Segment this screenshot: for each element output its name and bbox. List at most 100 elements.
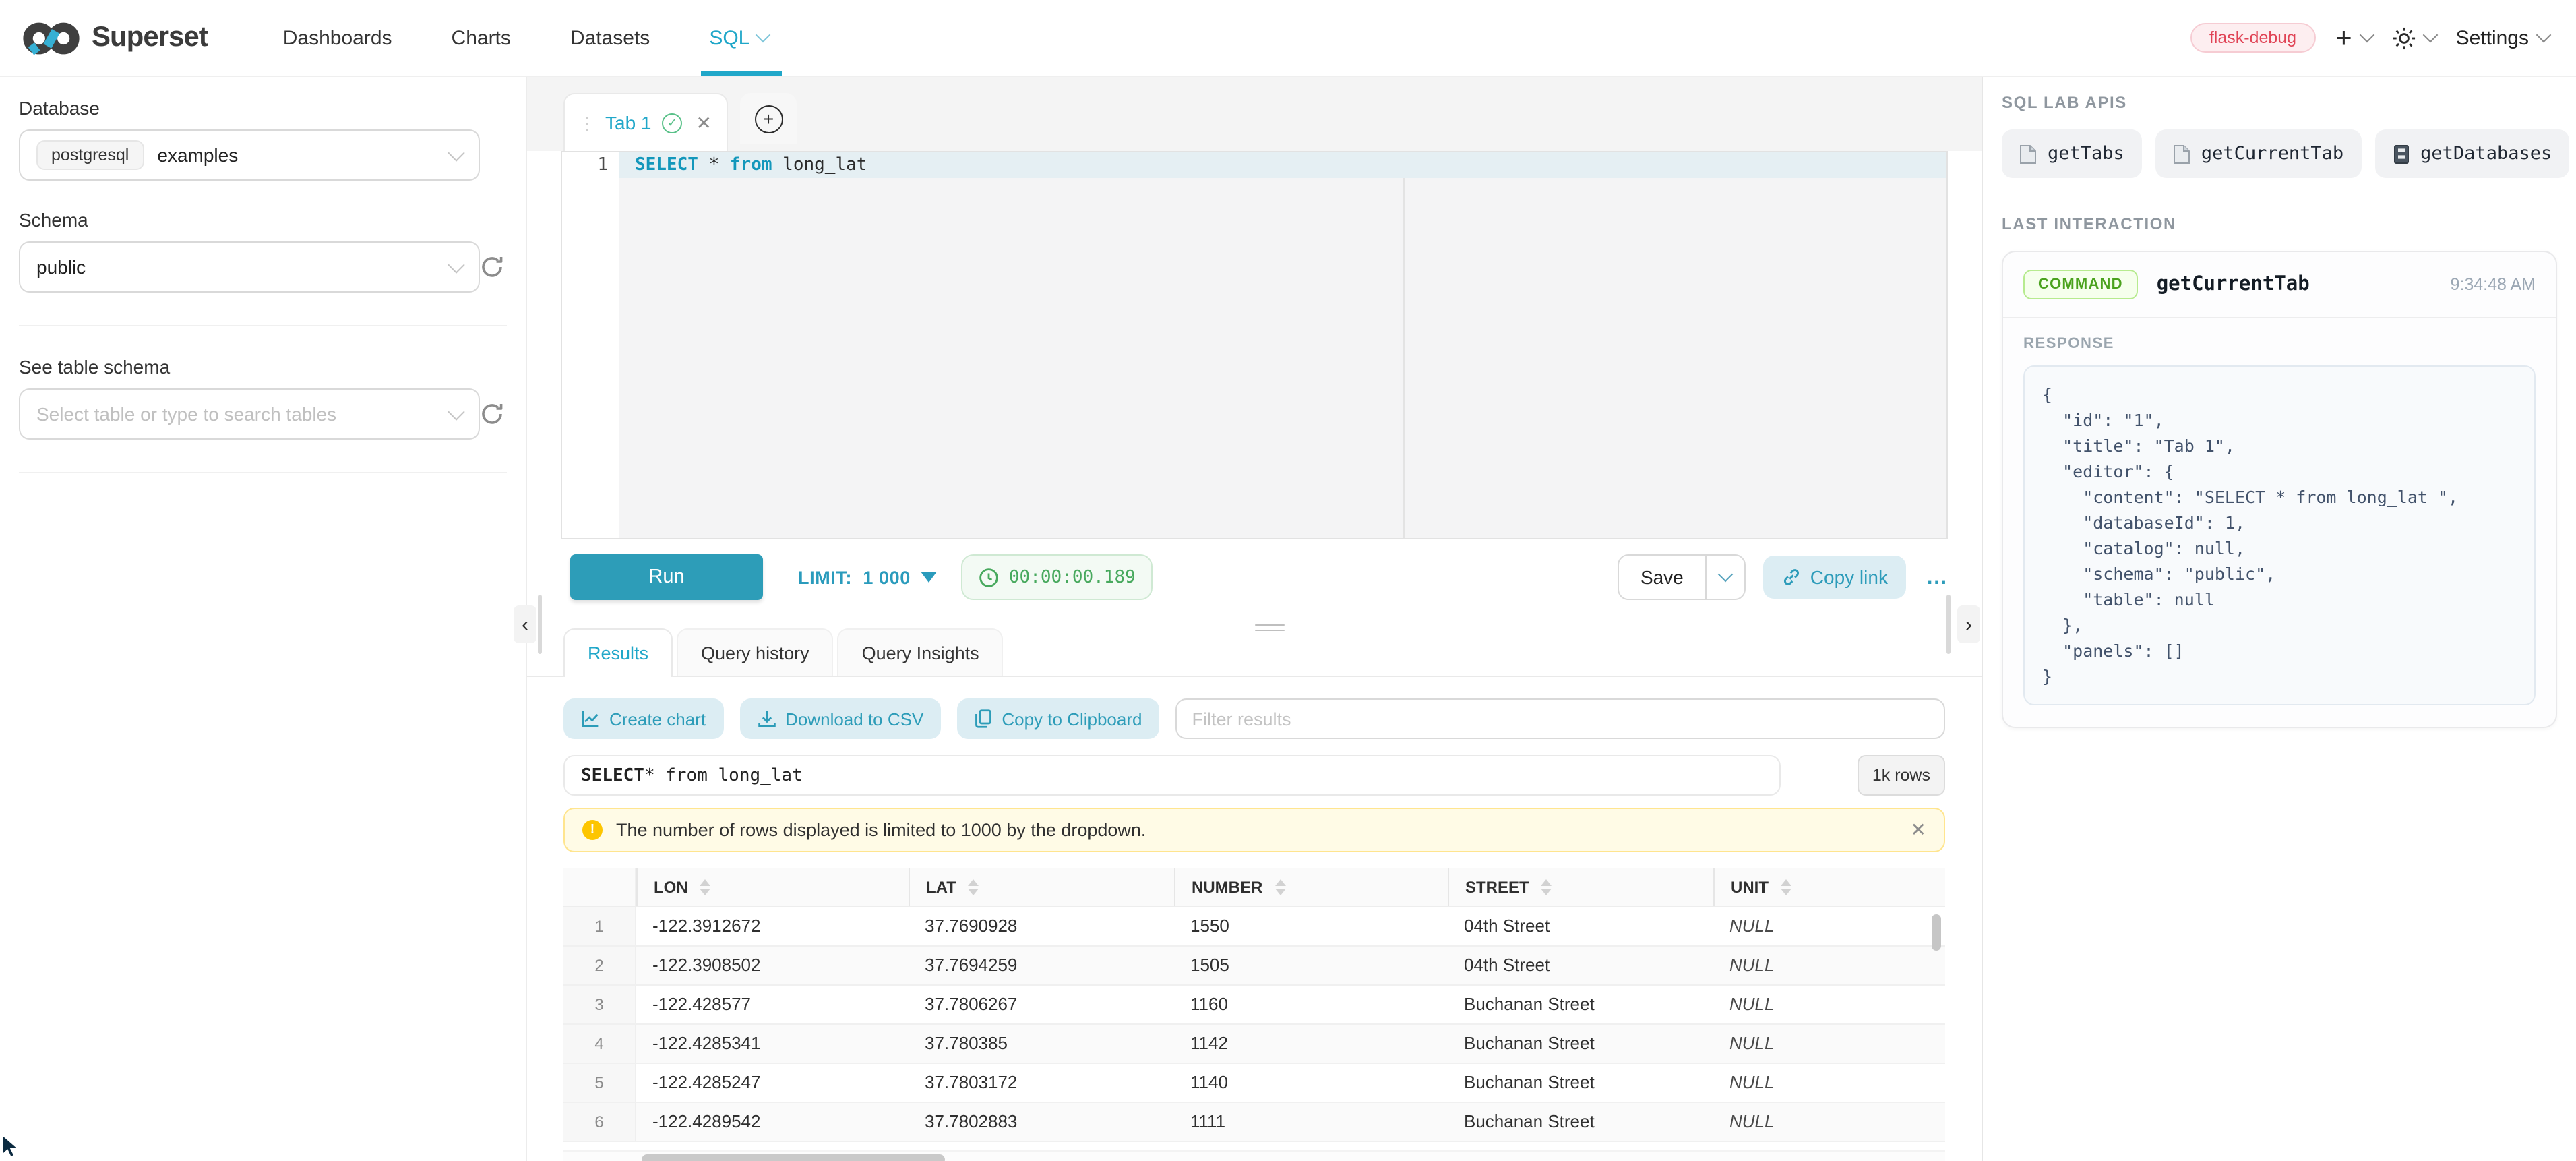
row-number-cell: 2 <box>563 947 636 984</box>
table-cell: 37.7694259 <box>909 947 1174 984</box>
superset-logo[interactable]: Superset <box>22 20 208 56</box>
sort-icon[interactable] <box>969 879 979 895</box>
save-button[interactable]: Save <box>1619 556 1705 599</box>
table-row: 1-122.391267237.7690928155004th StreetNU… <box>563 907 1945 947</box>
navbar: Superset Dashboards Charts Datasets SQL … <box>0 0 2576 77</box>
document-icon <box>2173 144 2190 164</box>
database-type-tag: postgresql <box>36 140 144 170</box>
column-header-number[interactable]: NUMBER <box>1174 868 1448 906</box>
table-cell: NULL <box>1713 1064 1926 1102</box>
table-cell: -122.3908502 <box>636 947 909 984</box>
file-cabinet-icon <box>2392 144 2410 164</box>
table-cell: -122.428577 <box>636 986 909 1023</box>
schema-label: Schema <box>19 209 526 231</box>
chevron-down-icon <box>448 144 464 160</box>
expand-right-panel-button[interactable]: › <box>1957 605 1980 643</box>
save-options-button[interactable] <box>1705 556 1744 599</box>
chevron-down-icon <box>756 28 771 43</box>
sort-icon[interactable] <box>700 879 711 895</box>
tab-query-history[interactable]: Query history <box>677 628 834 676</box>
chevron-down-icon <box>1717 567 1733 583</box>
vertical-scrollbar[interactable] <box>1932 914 1941 951</box>
refresh-tables-icon[interactable] <box>480 402 504 433</box>
chevron-down-icon <box>2422 28 2438 43</box>
table-cell: -122.4289542 <box>636 1103 909 1141</box>
column-header-unit[interactable]: UNIT <box>1713 868 1926 906</box>
query-success-icon: ✓ <box>663 113 683 133</box>
limit-dropdown[interactable]: LIMIT: 1 000 <box>798 567 938 587</box>
table-cell: 37.780385 <box>909 1025 1174 1063</box>
copy-clipboard-button[interactable]: Copy to Clipboard <box>957 698 1159 739</box>
theme-menu[interactable] <box>2393 26 2436 49</box>
horizontal-scrollbar-track <box>563 1152 1945 1161</box>
database-select[interactable]: postgresql examples <box>19 129 480 181</box>
close-tab-icon[interactable]: ✕ <box>696 111 712 134</box>
editor-gutter <box>562 152 619 538</box>
table-cell: -122.3912672 <box>636 907 909 945</box>
drag-handle-icon[interactable]: ⋮ <box>578 114 594 131</box>
create-chart-button[interactable]: Create chart <box>563 698 723 739</box>
table-cell: 37.7690928 <box>909 907 1174 945</box>
nav-item-dashboards[interactable]: Dashboards <box>283 0 392 76</box>
nav-item-charts[interactable]: Charts <box>452 0 511 76</box>
column-header-lat[interactable]: LAT <box>909 868 1174 906</box>
row-number-cell: 1 <box>563 907 636 945</box>
schema-select[interactable]: public <box>19 241 480 293</box>
new-item-menu[interactable]: + <box>2335 24 2372 52</box>
table-row: 2-122.390850237.7694259150504th StreetNU… <box>563 947 1945 986</box>
close-warning-icon[interactable]: ✕ <box>1911 818 1926 841</box>
save-split-button: Save <box>1618 554 1746 600</box>
warning-icon: ! <box>582 820 603 840</box>
nav-item-sql[interactable]: SQL <box>709 0 768 76</box>
table-select[interactable]: Select table or type to search tables <box>19 388 480 440</box>
query-timer: 00:00:00.189 <box>962 554 1153 600</box>
sql-editor[interactable]: 1 SELECT * from long_lat <box>561 151 1948 539</box>
left-panel-scrollbar[interactable] <box>538 595 542 654</box>
sort-icon[interactable] <box>1781 879 1791 895</box>
sql-code-line: SELECT * from long_lat <box>635 152 867 178</box>
download-csv-button[interactable]: Download to CSV <box>739 698 941 739</box>
table-cell: 1505 <box>1174 947 1448 984</box>
sort-icon[interactable] <box>1541 879 1552 895</box>
table-cell: 1140 <box>1174 1064 1448 1102</box>
plus-icon: + <box>2335 24 2352 52</box>
editor-tab[interactable]: ⋮ Tab 1 ✓ ✕ <box>563 93 728 151</box>
query-preview: SELECT * from long_lat <box>563 755 1781 796</box>
table-cell: 37.7803172 <box>909 1064 1174 1102</box>
settings-menu[interactable]: Settings <box>2456 26 2549 49</box>
sort-icon[interactable] <box>1275 879 1285 895</box>
table-cell: 1160 <box>1174 986 1448 1023</box>
nav-item-datasets[interactable]: Datasets <box>570 0 650 76</box>
new-tab-button[interactable]: + <box>740 93 797 144</box>
run-button[interactable]: Run <box>570 554 763 600</box>
get-databases-button[interactable]: getDatabases <box>2374 129 2569 178</box>
divider <box>19 325 507 326</box>
refresh-schema-icon[interactable] <box>480 255 504 286</box>
response-code-block: { "id": "1", "title": "Tab 1", "editor":… <box>2023 365 2536 705</box>
response-json: { "id": "1", "title": "Tab 1", "editor":… <box>2042 382 2517 689</box>
sql-lab-main: ⋮ Tab 1 ✓ ✕ + 1 SELECT * from long_lat R… <box>527 76 1982 1161</box>
table-cell: 1142 <box>1174 1025 1448 1063</box>
right-panel-scrollbar[interactable] <box>1946 595 1951 654</box>
column-header-lon[interactable]: LON <box>636 868 909 906</box>
table-cell: 37.7802883 <box>909 1103 1174 1141</box>
horizontal-scrollbar[interactable] <box>642 1154 945 1161</box>
table-cell: NULL <box>1713 947 1926 984</box>
table-row: 3-122.42857737.78062671160Buchanan Stree… <box>563 986 1945 1025</box>
nav-right: flask-debug + Settings <box>2190 23 2549 53</box>
get-tabs-button[interactable]: getTabs <box>2002 129 2142 178</box>
tab-results[interactable]: Results <box>563 628 673 677</box>
column-header-street[interactable]: STREET <box>1448 868 1713 906</box>
tab-query-insights[interactable]: Query Insights <box>838 628 1004 676</box>
get-current-tab-button[interactable]: getCurrentTab <box>2155 129 2361 178</box>
partial-row <box>563 1142 1945 1152</box>
table-cell: -122.4285247 <box>636 1064 909 1102</box>
table-cell: NULL <box>1713 1025 1926 1063</box>
table-cell: NULL <box>1713 1103 1926 1141</box>
collapse-left-panel-button[interactable]: ‹ <box>514 605 536 643</box>
filter-results-input[interactable] <box>1175 698 1945 739</box>
copy-link-button[interactable]: Copy link <box>1763 556 1907 599</box>
row-number-cell: 5 <box>563 1064 636 1102</box>
sql-lab-api-panel: SQL LAB APIS getTabs getCurrentTab <box>1982 76 2576 1161</box>
more-actions-button[interactable]: ... <box>1927 566 1948 589</box>
